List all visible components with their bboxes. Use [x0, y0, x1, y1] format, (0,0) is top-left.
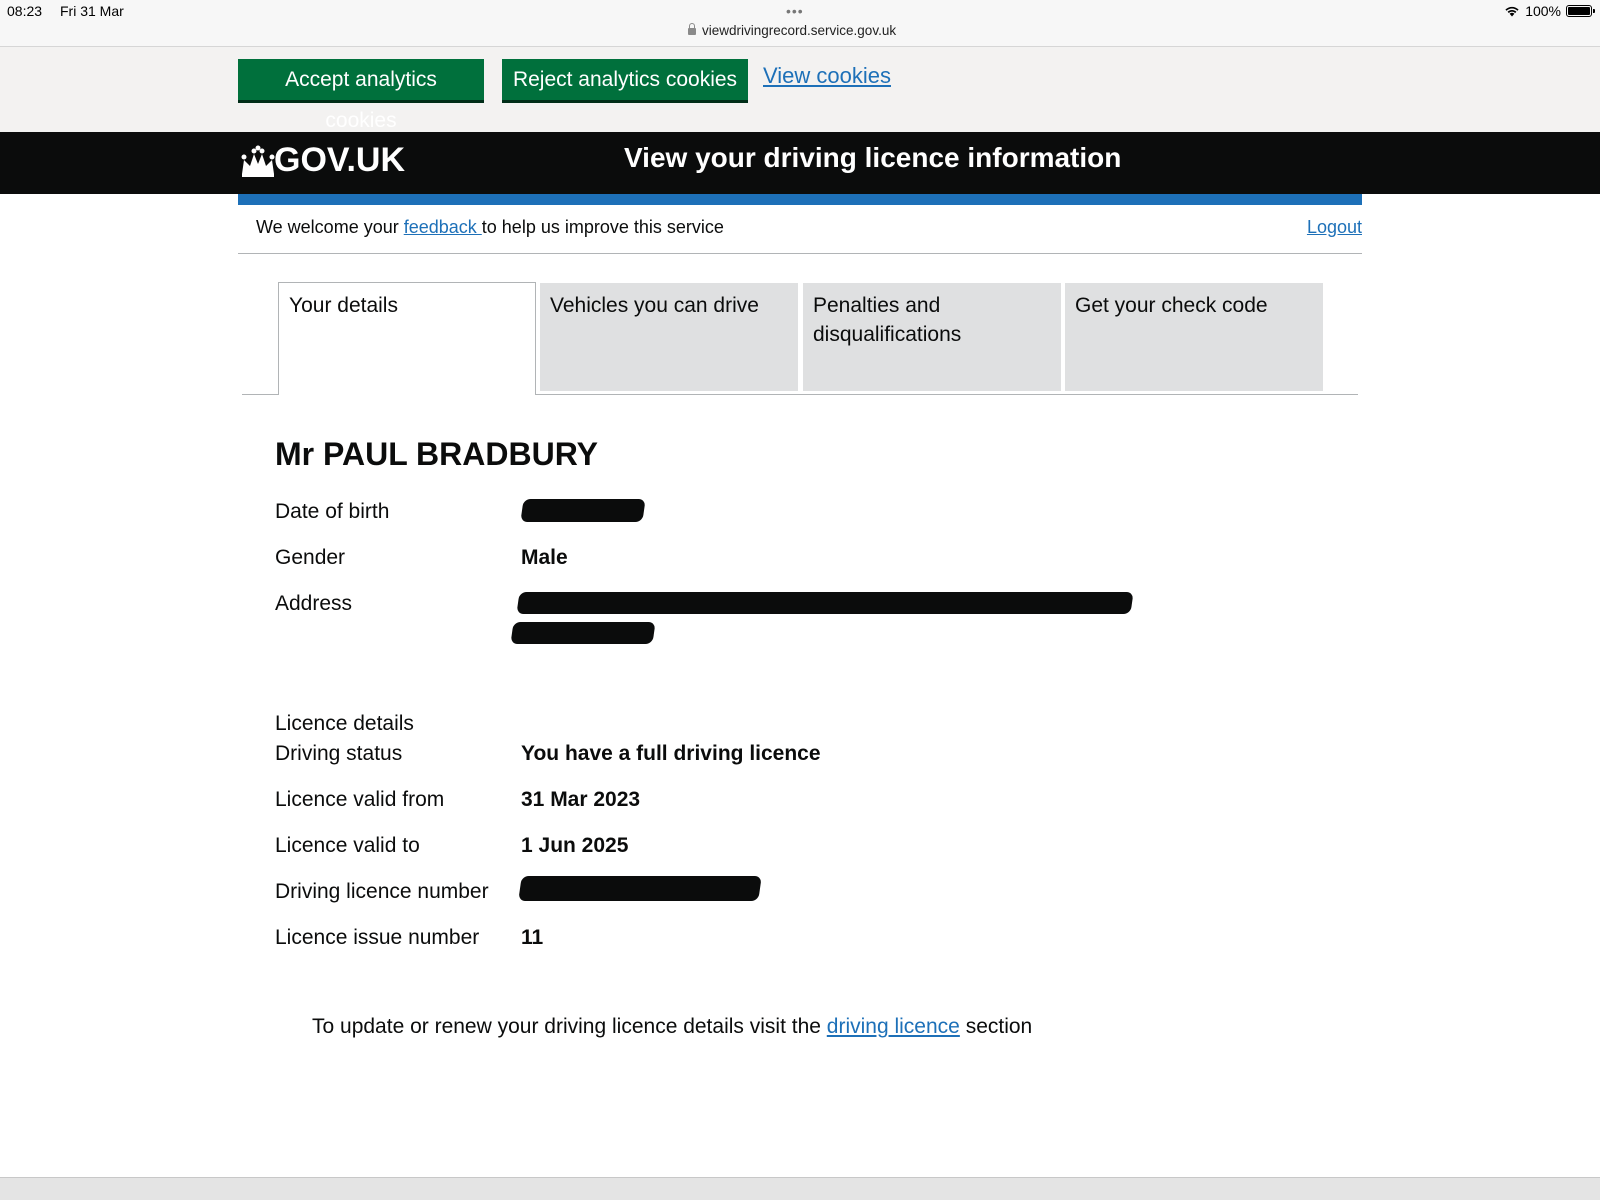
browser-bottom-bar — [0, 1177, 1600, 1200]
footer-suffix: section — [959, 1015, 1033, 1038]
feedback-suffix: to help us improve this service — [481, 217, 724, 237]
tab-your-details[interactable]: Your details — [278, 282, 536, 395]
battery-icon — [1566, 5, 1595, 17]
accept-cookies-button[interactable]: Accept analytics cookies — [238, 59, 484, 132]
address-bar[interactable]: viewdrivingrecord.service.gov.uk — [688, 23, 896, 38]
view-cookies-link[interactable]: View cookies — [763, 63, 891, 89]
tab-vehicles-you-can-drive[interactable]: Vehicles you can drive — [540, 283, 798, 391]
issue-number-label: Licence issue number — [275, 926, 480, 949]
lock-icon — [688, 23, 696, 35]
feedback-text: We welcome your feedback to help us impr… — [256, 217, 724, 238]
govuk-logo[interactable]: GOV.UK — [238, 141, 405, 180]
logout-link[interactable]: Logout — [1307, 217, 1362, 238]
gender-label: Gender — [275, 546, 346, 569]
redacted-address-line-2 — [510, 622, 656, 644]
url-text: viewdrivingrecord.service.gov.uk — [702, 23, 897, 38]
logo-text: GOV.UK — [274, 141, 406, 179]
dob-label: Date of birth — [275, 500, 390, 523]
wifi-icon — [1504, 5, 1520, 17]
feedback-prefix: We welcome your — [256, 217, 404, 237]
gender-value: Male — [521, 546, 568, 569]
issue-number-value: 11 — [521, 926, 544, 949]
feedback-banner: We welcome your feedback to help us impr… — [238, 205, 1362, 254]
valid-from-value: 31 Mar 2023 — [521, 788, 641, 811]
service-name[interactable]: View your driving licence information — [624, 142, 1121, 174]
active-tab-gap — [279, 393, 534, 396]
driving-status-value: You have a full driving licence — [521, 742, 821, 765]
valid-to-value: 1 Jun 2025 — [521, 834, 629, 857]
licence-number-label: Driving licence number — [275, 880, 489, 903]
feedback-link[interactable]: feedback — [404, 217, 482, 237]
licence-holder-name: Mr PAUL BRADBURY — [275, 436, 598, 472]
status-indicators: 100% — [1504, 3, 1595, 19]
redacted-licence-number — [518, 876, 762, 901]
tab-get-your-check-code[interactable]: Get your check code — [1065, 283, 1323, 391]
update-licence-text: To update or renew your driving licence … — [312, 1015, 1032, 1039]
redacted-dob — [520, 499, 646, 522]
footer-prefix: To update or renew your driving licence … — [312, 1015, 827, 1038]
redacted-address-line-1 — [516, 592, 1134, 614]
crown-icon — [241, 145, 275, 177]
valid-from-label: Licence valid from — [275, 788, 445, 811]
site-header: GOV.UK View your driving licence informa… — [0, 132, 1600, 194]
reject-cookies-button[interactable]: Reject analytics cookies — [502, 59, 748, 100]
address-label: Address — [275, 592, 353, 615]
status-time: 08:23 — [7, 3, 43, 19]
valid-to-label: Licence valid to — [275, 834, 420, 857]
status-date: Fri 31 Mar — [60, 3, 124, 19]
driving-status-label: Driving status — [275, 742, 403, 765]
browser-status-bar: 08:23 Fri 31 Mar ••• viewdrivingrecord.s… — [0, 0, 1600, 47]
header-blue-bar — [238, 194, 1362, 205]
multitask-dots-icon[interactable]: ••• — [786, 3, 804, 19]
battery-percent: 100% — [1525, 3, 1561, 19]
cookie-banner: Accept analytics cookies Reject analytic… — [0, 47, 1600, 132]
licence-details-heading: Licence details — [275, 712, 414, 735]
driving-licence-link[interactable]: driving licence — [827, 1015, 960, 1038]
tab-penalties-and-disqualifications[interactable]: Penalties and disqualifications — [803, 283, 1061, 391]
